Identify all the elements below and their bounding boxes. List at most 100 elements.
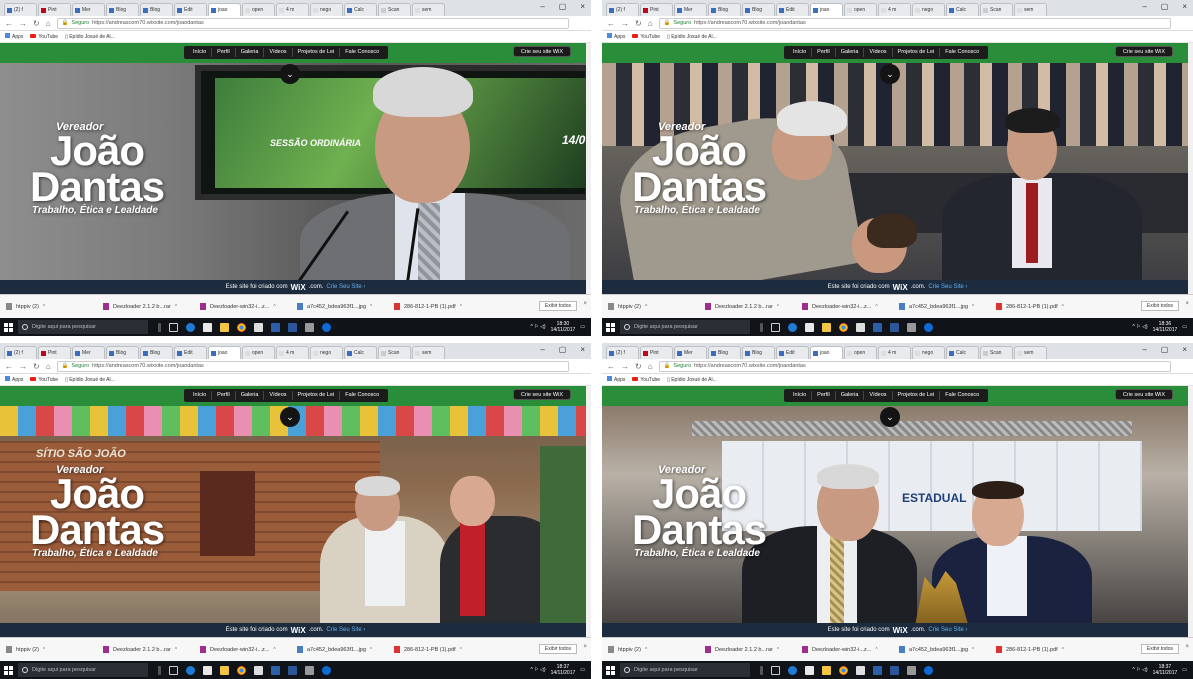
browser-tab[interactable]: nego [912, 346, 945, 359]
download-item[interactable]: 286-812-1-PB (1).pdf ^ [394, 303, 491, 310]
chevron-up-icon[interactable]: ^ [972, 304, 974, 310]
wix-banner-link[interactable]: Crie Seu Site › [928, 627, 967, 633]
nav-videos[interactable]: Vídeos [864, 48, 893, 57]
download-item[interactable]: htppiv (2) ^ [608, 303, 705, 310]
store-icon[interactable] [805, 322, 814, 332]
chrome-icon[interactable] [839, 665, 848, 675]
browser-tab[interactable]: Blog [708, 3, 741, 16]
nav-galeria[interactable]: Galeria [236, 391, 265, 400]
mail-icon[interactable] [254, 322, 263, 332]
browser-tab-active[interactable]: joao [208, 346, 241, 359]
browser-tab[interactable]: Scan [378, 346, 411, 359]
app-icon[interactable] [907, 665, 916, 675]
chevron-up-icon[interactable]: ^ [175, 304, 177, 310]
windows-start-icon[interactable] [4, 322, 13, 332]
browser-tab[interactable]: sem [1014, 3, 1047, 16]
download-item[interactable]: a7c452_bdea963f1...jpg ^ [899, 303, 996, 310]
taskbar-clock[interactable]: 18:30 14/11/2017 [551, 321, 576, 333]
scroll-down-chevron-icon[interactable]: ⌄ [880, 407, 900, 427]
browser-tab-active[interactable]: joao [810, 3, 843, 16]
minimize-button[interactable]: – [540, 2, 544, 11]
microphone-icon[interactable] [760, 665, 763, 675]
task-view-icon[interactable] [771, 665, 780, 675]
browser-tab[interactable]: Scan [980, 346, 1013, 359]
browser-tab[interactable]: nego [310, 3, 343, 16]
media-icon[interactable] [873, 322, 882, 332]
nav-perfil[interactable]: Perfil [812, 48, 836, 57]
show-all-downloads-button[interactable]: Exibir todos [538, 301, 577, 311]
close-icon[interactable]: × [1185, 301, 1189, 307]
nav-inicio[interactable]: Início [188, 391, 213, 400]
bookmark-page[interactable]: ▯ Epídio Josué de Al... [667, 377, 717, 383]
chevron-up-icon[interactable]: ^ [370, 304, 372, 310]
bookmark-youtube[interactable]: YouTube [632, 33, 660, 40]
edge-icon[interactable] [788, 665, 797, 675]
media-icon[interactable] [873, 665, 882, 675]
nav-projetos[interactable]: Projetos de Lei [893, 391, 941, 400]
download-item[interactable]: 286-812-1-PB (1).pdf ^ [394, 646, 491, 653]
wix-create-site-button[interactable]: Crie seu site WiX [512, 389, 571, 400]
download-item[interactable]: Deezloader-win32-i...z... ^ [200, 303, 297, 310]
download-item[interactable]: Deezloader 2.1.2 b...rar ^ [103, 646, 200, 653]
task-view-icon[interactable] [771, 322, 780, 332]
nav-inicio[interactable]: Início [788, 391, 813, 400]
notifications-icon[interactable]: ▭ [580, 324, 585, 330]
download-item[interactable]: Deezloader 2.1.2 b...rar ^ [103, 303, 200, 310]
chevron-up-icon[interactable]: ^ [875, 647, 877, 653]
windows-start-icon[interactable] [606, 322, 615, 332]
chevron-up-icon[interactable]: ^ [273, 304, 275, 310]
chevron-up-icon[interactable]: ^ [1062, 304, 1064, 310]
browser-tab[interactable]: (2) f [606, 3, 639, 16]
close-button[interactable]: × [580, 2, 585, 11]
browser-tab[interactable]: Blog [106, 3, 139, 16]
media-icon[interactable] [271, 322, 280, 332]
taskbar-clock[interactable]: 18:37 14/11/2017 [551, 664, 576, 676]
nav-fale-conosco[interactable]: Fale Conosco [940, 391, 984, 400]
store-icon[interactable] [203, 665, 212, 675]
url-input[interactable]: 🔒 Seguro https://andreascorn70.wixsite.c… [658, 360, 1171, 372]
download-item[interactable]: a7c452_bdea963f1...jpg ^ [899, 646, 996, 653]
browser-tab[interactable]: Mer [674, 3, 707, 16]
browser-tab[interactable]: sem [412, 3, 445, 16]
nav-galeria[interactable]: Galeria [836, 391, 865, 400]
browser-tab[interactable]: Blog [708, 346, 741, 359]
nav-inicio[interactable]: Início [788, 48, 813, 57]
browser-tab[interactable]: open [844, 346, 877, 359]
nav-galeria[interactable]: Galeria [236, 48, 265, 57]
bookmark-page[interactable]: ▯ Epídio Josué de Al... [65, 377, 115, 383]
forward-arrow-icon[interactable]: → [621, 362, 629, 371]
chevron-up-icon[interactable]: ^ [645, 647, 647, 653]
browser-tab[interactable]: Calc [344, 3, 377, 16]
nav-videos[interactable]: Vídeos [264, 48, 293, 57]
mail-icon[interactable] [856, 665, 865, 675]
download-item[interactable]: htppiv (2) ^ [6, 303, 103, 310]
browser-tab[interactable]: Blog [140, 346, 173, 359]
download-item[interactable]: a7c452_bdea963f1...jpg ^ [297, 303, 394, 310]
taskbar-clock[interactable]: 18:37 14/11/2017 [1153, 664, 1178, 676]
browser-tab[interactable]: (2) f [606, 346, 639, 359]
windows-start-icon[interactable] [606, 665, 615, 675]
back-arrow-icon[interactable]: ← [5, 19, 13, 28]
download-item[interactable]: 286-812-1-PB (1).pdf ^ [996, 303, 1093, 310]
teamviewer-icon[interactable] [322, 322, 331, 332]
bookmark-youtube[interactable]: YouTube [30, 33, 58, 40]
back-arrow-icon[interactable]: ← [607, 19, 615, 28]
bookmark-apps[interactable]: Apps [5, 33, 23, 40]
wix-banner-link[interactable]: Crie Seu Site › [928, 284, 967, 290]
show-all-downloads-button[interactable]: Exibir todos [1140, 644, 1179, 654]
chevron-up-icon[interactable]: ^ [972, 647, 974, 653]
back-arrow-icon[interactable]: ← [607, 362, 615, 371]
close-icon[interactable]: × [583, 644, 587, 650]
word-icon[interactable] [890, 322, 899, 332]
chevron-up-icon[interactable]: ^ [460, 647, 462, 653]
explorer-icon[interactable] [220, 665, 229, 675]
bookmark-page[interactable]: ▯ Epídio Josué de Al... [65, 34, 115, 40]
browser-tab[interactable]: Blog [742, 3, 775, 16]
nav-perfil[interactable]: Perfil [812, 391, 836, 400]
word-icon[interactable] [288, 322, 297, 332]
wix-create-site-button[interactable]: Crie seu site WiX [1114, 46, 1173, 57]
home-icon[interactable]: ⌂ [46, 19, 51, 28]
taskbar-search-input[interactable]: Digite aqui para pesquisar [18, 663, 148, 677]
media-icon[interactable] [271, 665, 280, 675]
taskbar-search-input[interactable]: Digite aqui para pesquisar [620, 320, 750, 334]
